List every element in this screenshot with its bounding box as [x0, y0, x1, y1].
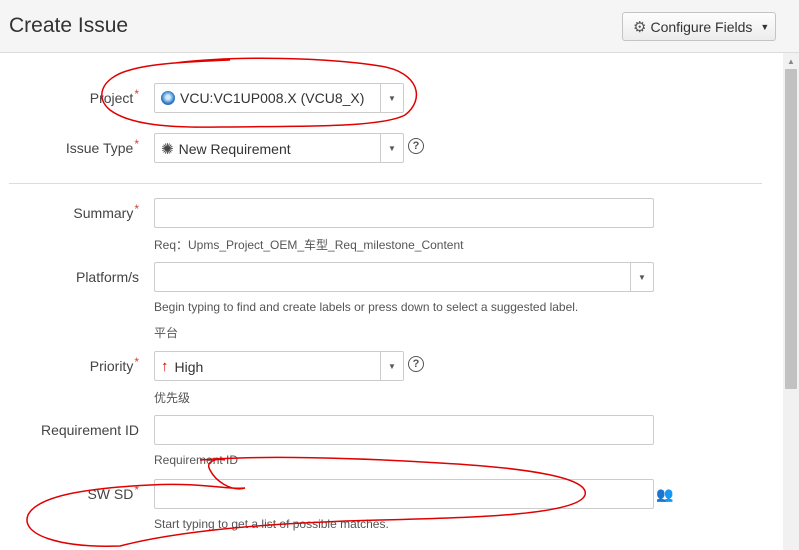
configure-fields-label: Configure Fields	[650, 18, 753, 35]
help-icon[interactable]: ?	[408, 356, 424, 372]
project-avatar-icon	[161, 91, 175, 105]
platform-dropdown-icon[interactable]: ▼	[630, 263, 653, 291]
sw-sd-label: SW SD*	[87, 483, 139, 502]
project-label: Project*	[89, 87, 139, 106]
issue-type-value: New Requirement	[178, 141, 291, 157]
sw-sd-hint: Start typing to get a list of possible m…	[154, 517, 389, 531]
scroll-up-icon[interactable]: ▲	[787, 57, 795, 66]
priority-label: Priority*	[89, 355, 139, 374]
chevron-down-icon: ▼	[760, 21, 770, 32]
dialog-header: Create Issue ⚙ Configure Fields ▼	[0, 0, 799, 53]
platform-hint: Begin typing to find and create labels o…	[154, 300, 579, 314]
configure-fields-button[interactable]: ⚙ Configure Fields ▼	[622, 12, 776, 41]
priority-select[interactable]: ↑ High ▼	[154, 351, 404, 381]
issue-type-select[interactable]: ✺ New Requirement ▼	[154, 133, 404, 163]
priority-value: High	[174, 358, 204, 375]
divider	[9, 183, 762, 184]
scroll-thumb[interactable]	[785, 69, 797, 389]
requirement-id-hint: Requirement ID	[154, 453, 239, 467]
scrollbar[interactable]: ▲	[783, 53, 799, 550]
project-value: VCU:VC1UP008.X (VCU8_X)	[180, 90, 365, 106]
platform-label: Platform/s	[75, 269, 139, 285]
summary-label: Summary*	[73, 202, 139, 221]
requirement-id-input[interactable]	[154, 415, 654, 445]
user-picker-icon[interactable]: 👥	[656, 486, 673, 503]
lightbulb-icon: ✺	[161, 141, 174, 158]
summary-hint: Req：Upms_Project_OEM_车型_Req_milestone_Co…	[154, 238, 464, 252]
sw-sd-input[interactable]	[154, 479, 654, 509]
dialog-title: Create Issue	[9, 14, 129, 37]
issue-type-label: Issue Type*	[65, 137, 139, 156]
priority-dropdown-icon[interactable]: ▼	[380, 352, 403, 380]
platform-hint-cn: 平台	[154, 326, 179, 340]
summary-input[interactable]	[154, 198, 654, 228]
requirement-id-label: Requirement ID	[40, 422, 139, 438]
priority-hint: 优先级	[154, 391, 191, 405]
project-select[interactable]: VCU:VC1UP008.X (VCU8_X) ▼	[154, 83, 404, 113]
issue-type-dropdown-icon[interactable]: ▼	[380, 134, 403, 162]
project-dropdown-icon[interactable]: ▼	[380, 84, 403, 112]
help-icon[interactable]: ?	[408, 138, 424, 154]
gear-icon: ⚙	[633, 18, 647, 36]
arrow-up-icon: ↑	[161, 358, 169, 375]
platform-select[interactable]: ▼	[154, 262, 654, 292]
